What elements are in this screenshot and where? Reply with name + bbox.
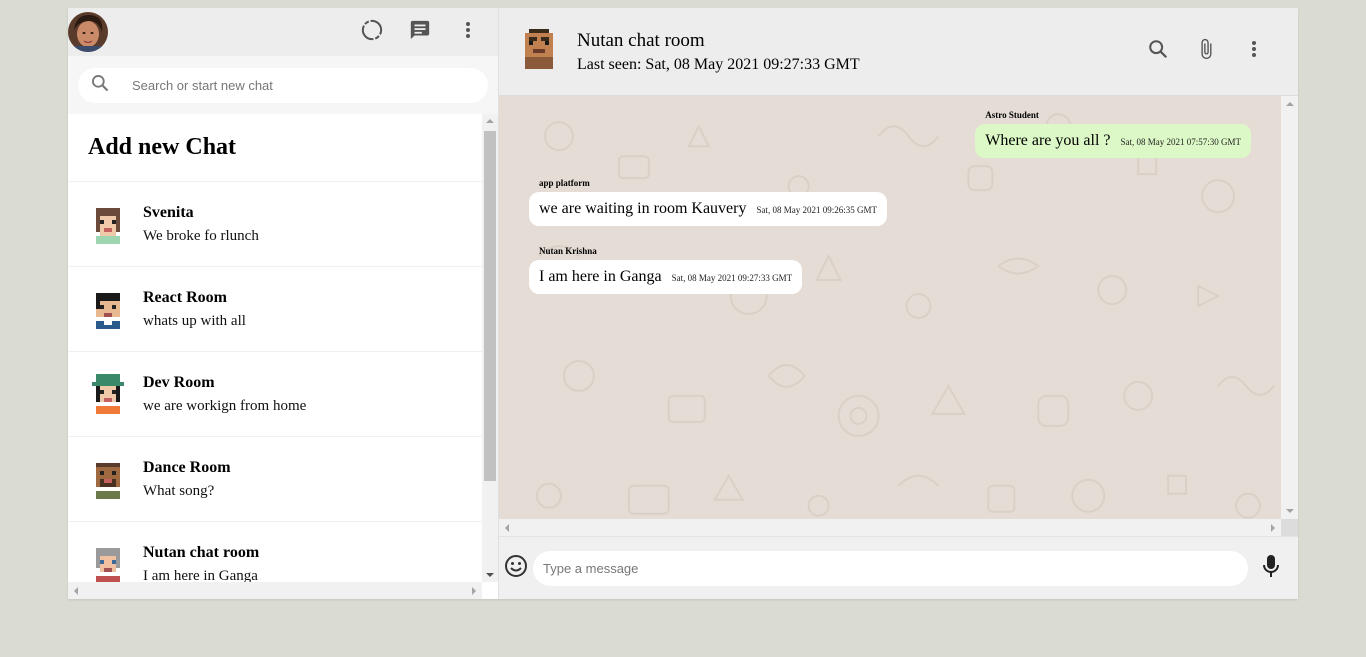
chat-name: Svenita [143,203,194,221]
chat-info: Svenita We broke fo rlunch [143,204,259,245]
add-new-chat-button[interactable]: Add new Chat [68,114,482,182]
react-room-avatar [88,289,128,329]
scrollbar-corner [1281,519,1298,536]
scroll-right-arrow-icon[interactable] [1271,524,1275,532]
user-avatar[interactable] [68,12,108,52]
sidebar: Add new Chat [68,8,499,599]
chats-horizontal-scrollbar[interactable] [68,582,482,599]
chat-last-message: we are workign from home [143,397,307,414]
message-sender: app platform [539,178,590,188]
status-icon [361,19,383,46]
chat-header-actions [1134,28,1278,76]
message-text: Where are you all ? [985,132,1111,149]
scroll-left-arrow-icon[interactable] [74,587,78,595]
message-text: we are waiting in room Kauvery [539,200,747,217]
scroll-up-arrow-icon[interactable] [1286,102,1294,106]
message-time: Sat, 08 May 2021 09:27:33 GMT [671,273,793,283]
search-input[interactable] [132,77,488,93]
message-sender: Astro Student [985,110,1039,120]
chat-info: Dance Room What song? [143,459,231,500]
new-chat-button[interactable] [396,8,444,56]
message-bubble: I am here in Ganga Sat, 08 May 2021 09:2… [529,260,803,294]
scroll-up-arrow-icon[interactable] [486,119,494,123]
message-time: Sat, 08 May 2021 07:57:30 GMT [1120,137,1242,147]
message-received: Nutan Krishna I am here in Ganga Sat, 08… [529,246,803,294]
add-new-chat-label: Add new Chat [88,134,237,160]
scroll-down-arrow-icon[interactable] [1286,509,1294,513]
chats-vertical-scrollbar[interactable] [482,114,498,582]
chat-name: Nutan chat room [143,543,260,561]
chat-last-message: We broke fo rlunch [143,227,259,244]
chat-name: Dev Room [143,373,215,391]
chat-pane: Nutan chat room Last seen: Sat, 08 May 2… [499,8,1298,599]
scroll-right-arrow-icon[interactable] [472,587,476,595]
messages-vertical-scrollbar[interactable] [1281,96,1298,519]
scrollbar-thumb[interactable] [484,131,496,481]
chat-name: React Room [143,288,227,306]
chat-item-react-room[interactable]: React Room whats up with all [68,267,482,352]
message-sender: Nutan Krishna [539,246,597,256]
sidebar-header [68,8,498,56]
sidebar-menu-button[interactable] [444,8,492,56]
message-input[interactable] [533,550,1248,586]
chat-header: Nutan chat room Last seen: Sat, 08 May 2… [499,8,1298,96]
scroll-left-arrow-icon[interactable] [505,524,509,532]
chats-list: Add new Chat Svenita We broke fo rlunch … [68,114,482,582]
message-sent: Astro Student Where are you all ? Sat, 0… [975,110,1251,158]
status-button[interactable] [348,8,396,56]
chat-info: Dev Room we are workign from home [143,374,306,415]
whatsapp-clone-app: Add new Chat [68,8,1298,599]
message-text: I am here in Ganga [539,268,662,285]
mic-button[interactable] [1254,551,1288,585]
message-received: app platform we are waiting in room Kauv… [529,178,887,226]
chat-item-nutan-room[interactable]: Nutan chat room I am here in Ganga [68,522,482,582]
chat-menu-button[interactable] [1230,28,1278,76]
chat-name: Dance Room [143,458,231,476]
nutan-room-avatar [88,544,128,582]
emoji-icon [504,554,528,583]
messages-list: Astro Student Where are you all ? Sat, 0… [499,96,1281,519]
sidebar-header-actions [348,8,492,56]
chat-info: React Room whats up with all [143,289,246,330]
svenita-avatar [88,204,128,244]
search-icon [90,73,110,98]
new-chat-icon [409,19,431,46]
attach-button[interactable] [1182,28,1230,76]
chats-area: Add new Chat Svenita We broke fo rlunch … [68,114,498,599]
chat-item-dance-room[interactable]: Dance Room What song? [68,437,482,522]
chat-search-button[interactable] [1134,28,1182,76]
last-seen: Last seen: Sat, 08 May 2021 09:27:33 GMT [577,55,860,73]
message-bubble: we are waiting in room Kauvery Sat, 08 M… [529,192,887,226]
chat-body: Astro Student Where are you all ? Sat, 0… [499,96,1298,536]
message-time: Sat, 08 May 2021 09:26:35 GMT [756,205,877,215]
emoji-button[interactable] [499,551,533,585]
chat-last-message: What song? [143,482,215,499]
attach-icon [1195,37,1217,66]
chat-item-svenita[interactable]: Svenita We broke fo rlunch [68,182,482,267]
messages-horizontal-scrollbar[interactable] [499,519,1281,536]
chat-header-info: Nutan chat room Last seen: Sat, 08 May 2… [577,30,860,74]
chat-title: Nutan chat room [577,29,705,51]
dance-room-avatar [88,459,128,499]
menu-dots-icon [1251,40,1257,63]
message-bubble: Where are you all ? Sat, 08 May 2021 07:… [975,124,1251,158]
chat-item-dev-room[interactable]: Dev Room we are workign from home [68,352,482,437]
search-icon [1147,38,1169,65]
chat-footer [499,536,1298,599]
microphone-icon [1261,554,1281,583]
menu-dots-icon [465,21,471,44]
chat-last-message: whats up with all [143,312,246,329]
dev-room-avatar [88,374,128,414]
scroll-down-arrow-icon[interactable] [486,573,494,577]
chat-info: Nutan chat room I am here in Ganga [143,544,259,583]
chat-last-message: I am here in Ganga [143,567,258,583]
search-container [68,56,498,114]
room-avatar[interactable] [521,29,557,74]
search-box [78,67,488,103]
